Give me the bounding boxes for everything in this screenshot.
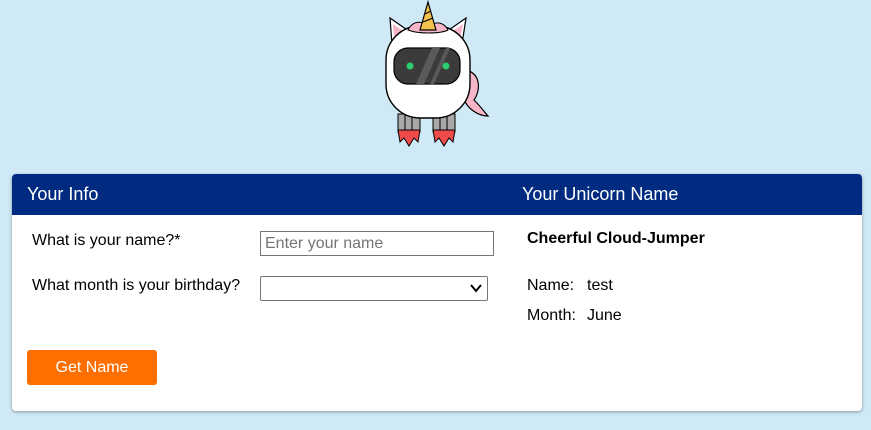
name-input[interactable] <box>260 231 494 256</box>
unicorn-name-result: Cheerful Cloud-Jumper <box>527 230 705 247</box>
name-label: What is your name?* <box>32 232 181 249</box>
chevron-down-icon <box>470 284 482 293</box>
unicorn-robot-icon <box>385 0 490 147</box>
your-info-heading: Your Info <box>27 184 99 204</box>
info-card: Your Info Your Unicorn Name What is your… <box>12 174 862 411</box>
get-name-button[interactable]: Get Name <box>27 350 157 385</box>
birthday-month-label: What month is your birthday? <box>32 277 241 294</box>
unicorn-name-heading: Your Unicorn Name <box>522 184 679 204</box>
birthday-month-select[interactable] <box>260 276 488 301</box>
result-name-label: Name: <box>527 277 575 294</box>
result-name-value: test <box>587 277 613 294</box>
card-header: Your Info Your Unicorn Name <box>12 174 862 215</box>
result-month-label: Month: <box>527 307 576 324</box>
result-month-value: June <box>587 307 622 324</box>
